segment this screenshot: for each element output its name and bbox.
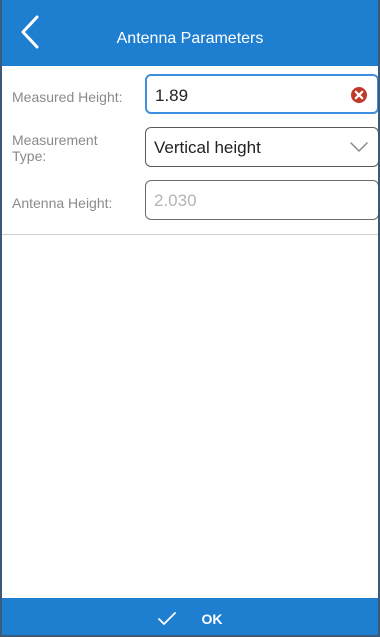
antenna-height-label: Antenna Height: bbox=[12, 195, 113, 211]
antenna-form: Measured Height: 1.89 Measurement Type: … bbox=[2, 66, 378, 235]
measurement-type-value: Vertical height bbox=[154, 138, 261, 157]
clear-icon[interactable] bbox=[350, 86, 368, 104]
measurement-type-label: Measurement Type: bbox=[12, 132, 98, 164]
measured-height-input[interactable]: 1.89 bbox=[145, 74, 378, 114]
ok-label: OK bbox=[201, 610, 223, 627]
antenna-height-row: Antenna Height: 2.030 bbox=[2, 180, 378, 224]
antenna-height-value: 2.030 bbox=[154, 191, 197, 210]
antenna-height-field: 2.030 bbox=[145, 180, 378, 220]
measured-height-label: Measured Height: bbox=[12, 89, 123, 105]
check-icon bbox=[157, 611, 176, 625]
measurement-type-select[interactable]: Vertical height bbox=[145, 127, 378, 167]
chevron-down-icon bbox=[350, 142, 368, 152]
measurement-type-row: Measurement Type: Vertical height bbox=[2, 127, 378, 171]
ok-button[interactable]: OK bbox=[2, 598, 378, 635]
measured-height-value: 1.89 bbox=[155, 86, 189, 105]
page-title: Antenna Parameters bbox=[116, 30, 264, 47]
antenna-parameters-screen: Antenna Parameters Measured Height: 1.89… bbox=[0, 0, 380, 637]
header-bar: Antenna Parameters bbox=[2, 0, 378, 66]
measured-height-row: Measured Height: 1.89 bbox=[2, 74, 378, 118]
